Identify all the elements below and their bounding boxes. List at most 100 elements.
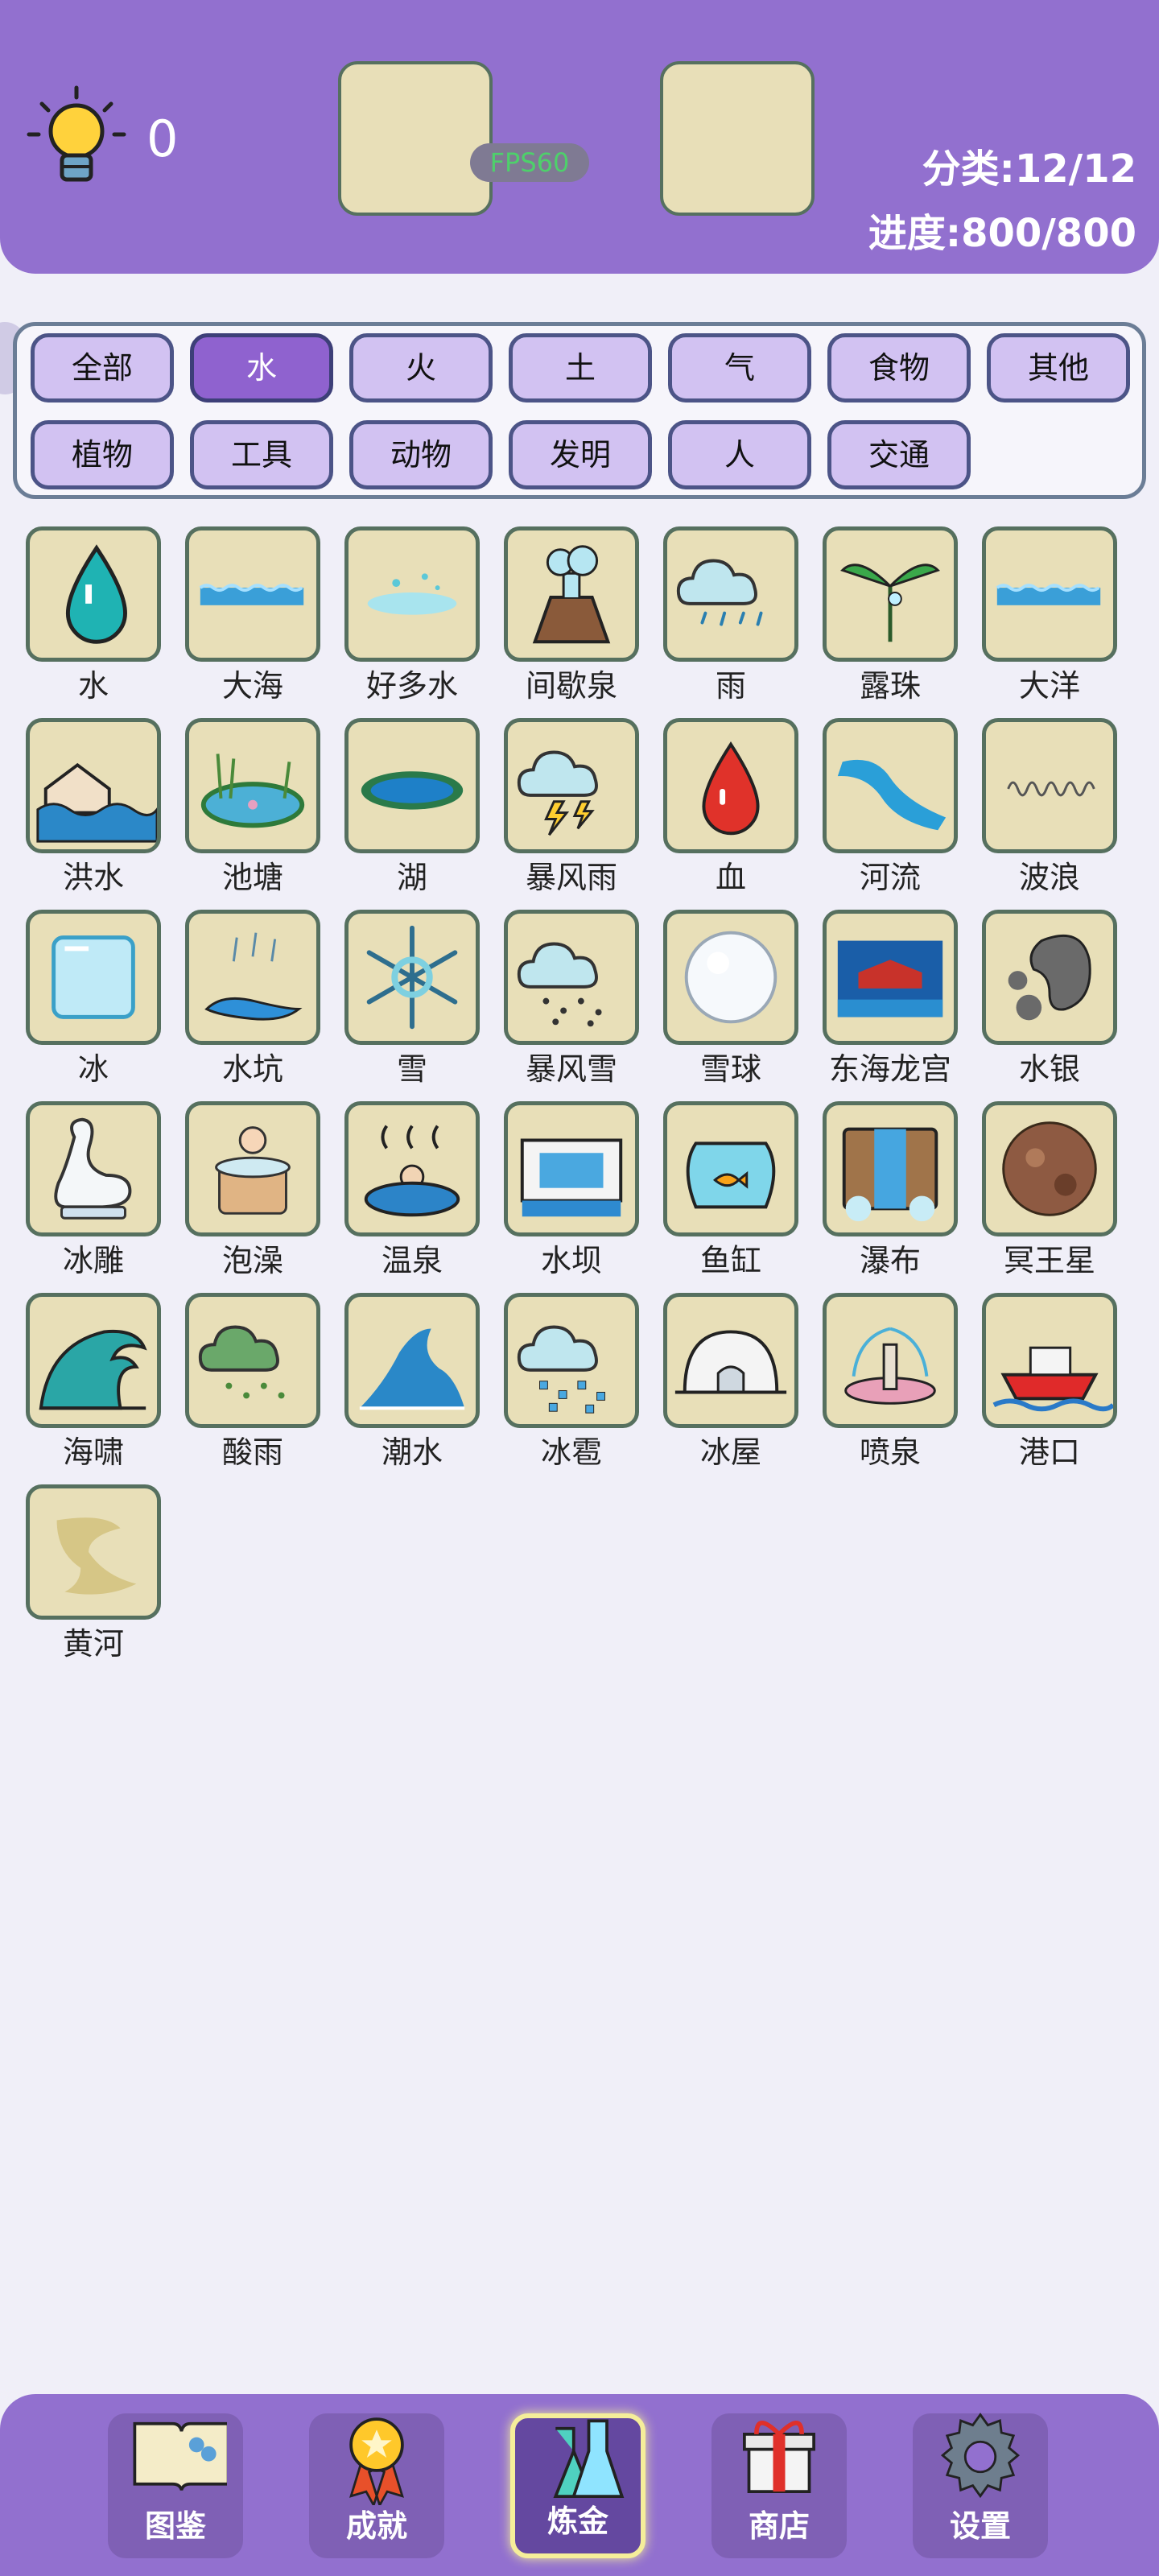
river-icon[interactable] bbox=[823, 718, 958, 853]
nav-gear[interactable]: 设置 bbox=[913, 2413, 1048, 2558]
ice-cube-icon[interactable] bbox=[26, 910, 161, 1045]
element-card[interactable]: 雪 bbox=[344, 910, 480, 1088]
dew-plant-icon[interactable] bbox=[823, 526, 958, 662]
category-tab[interactable]: 交通 bbox=[827, 420, 971, 489]
lightbulb-hint-icon[interactable] bbox=[24, 85, 129, 189]
element-card[interactable]: 大海 bbox=[185, 526, 320, 705]
element-card[interactable]: 鱼缸 bbox=[663, 1101, 798, 1280]
element-card[interactable]: 海啸 bbox=[26, 1293, 161, 1472]
category-tab[interactable]: 工具 bbox=[190, 420, 333, 489]
element-card[interactable]: 港口 bbox=[982, 1293, 1117, 1472]
nav-flask[interactable]: 炼金 bbox=[510, 2413, 645, 2558]
element-label: 水坑 bbox=[221, 1051, 283, 1087]
dragon-palace-icon[interactable] bbox=[823, 910, 958, 1045]
nav-book[interactable]: 图鉴 bbox=[108, 2413, 243, 2558]
bath-tub-icon[interactable] bbox=[185, 1101, 320, 1236]
element-card[interactable]: 水银 bbox=[982, 910, 1117, 1088]
blood-drop-icon[interactable] bbox=[663, 718, 798, 853]
element-card[interactable]: 洪水 bbox=[26, 718, 161, 897]
element-card[interactable]: 池塘 bbox=[185, 718, 320, 897]
element-card[interactable]: 瀑布 bbox=[823, 1101, 958, 1280]
element-card[interactable]: 潮水 bbox=[344, 1293, 480, 1472]
puddle-rain-icon[interactable] bbox=[185, 910, 320, 1045]
category-tab[interactable]: 发明 bbox=[509, 420, 652, 489]
element-card[interactable]: 水坑 bbox=[185, 910, 320, 1088]
category-tab[interactable]: 人 bbox=[668, 420, 811, 489]
sea-icon[interactable] bbox=[185, 526, 320, 662]
element-card[interactable]: 水坝 bbox=[504, 1101, 639, 1280]
category-tab[interactable]: 火 bbox=[349, 333, 493, 402]
snowball-icon[interactable] bbox=[663, 910, 798, 1045]
ice-swan-icon[interactable] bbox=[26, 1101, 161, 1236]
rain-cloud-icon[interactable] bbox=[663, 526, 798, 662]
element-card[interactable]: 黄河 bbox=[26, 1484, 161, 1663]
ocean-icon[interactable] bbox=[982, 526, 1117, 662]
puddle-splash-icon[interactable] bbox=[344, 526, 480, 662]
element-card[interactable]: 冰屋 bbox=[663, 1293, 798, 1472]
geyser-icon[interactable] bbox=[504, 526, 639, 662]
pond-icon[interactable] bbox=[185, 718, 320, 853]
element-card[interactable]: 冥王星 bbox=[982, 1101, 1117, 1280]
harbor-ship-icon[interactable] bbox=[982, 1293, 1117, 1428]
nav-gift[interactable]: 商店 bbox=[711, 2413, 847, 2558]
flood-house-icon[interactable] bbox=[26, 718, 161, 853]
pluto-icon[interactable] bbox=[982, 1101, 1117, 1236]
snowflake-icon[interactable] bbox=[344, 910, 480, 1045]
nav-medal[interactable]: 成就 bbox=[309, 2413, 444, 2558]
acid-rain-icon[interactable] bbox=[185, 1293, 320, 1428]
element-card[interactable]: 冰雕 bbox=[26, 1101, 161, 1280]
element-card[interactable]: 水 bbox=[26, 526, 161, 705]
element-card[interactable]: 露珠 bbox=[823, 526, 958, 705]
category-tab[interactable]: 植物 bbox=[31, 420, 174, 489]
element-card[interactable]: 东海龙宫 bbox=[823, 910, 958, 1088]
element-card[interactable]: 好多水 bbox=[344, 526, 480, 705]
element-card[interactable]: 雪球 bbox=[663, 910, 798, 1088]
fountain-icon[interactable] bbox=[823, 1293, 958, 1428]
element-card[interactable]: 大洋 bbox=[982, 526, 1117, 705]
element-card[interactable]: 间歇泉 bbox=[504, 526, 639, 705]
category-tab[interactable]: 气 bbox=[668, 333, 811, 402]
category-tab[interactable]: 水 bbox=[190, 333, 333, 402]
storm-cloud-icon[interactable] bbox=[504, 718, 639, 853]
combine-slot-right[interactable] bbox=[660, 61, 815, 216]
element-card[interactable]: 河流 bbox=[823, 718, 958, 897]
yellow-river-icon[interactable] bbox=[26, 1484, 161, 1620]
nav-label: 成就 bbox=[345, 2508, 407, 2544]
fishbowl-icon[interactable] bbox=[663, 1101, 798, 1236]
category-tab[interactable]: 土 bbox=[509, 333, 652, 402]
element-card[interactable]: 暴风雨 bbox=[504, 718, 639, 897]
element-label: 瀑布 bbox=[859, 1243, 921, 1278]
category-tab[interactable]: 动物 bbox=[349, 420, 493, 489]
combine-slot-left[interactable] bbox=[338, 61, 493, 216]
fps-counter: FPS60 bbox=[470, 143, 589, 182]
igloo-icon[interactable] bbox=[663, 1293, 798, 1428]
category-tab[interactable]: 食物 bbox=[827, 333, 971, 402]
nav-label: 图鉴 bbox=[144, 2508, 206, 2544]
element-label: 冥王星 bbox=[1003, 1243, 1095, 1278]
blizzard-cloud-icon[interactable] bbox=[504, 910, 639, 1045]
dam-icon[interactable] bbox=[504, 1101, 639, 1236]
category-tab[interactable]: 其他 bbox=[987, 333, 1130, 402]
element-card[interactable]: 暴风雪 bbox=[504, 910, 639, 1088]
tsunami-icon[interactable] bbox=[26, 1293, 161, 1428]
wave-line-icon[interactable] bbox=[982, 718, 1117, 853]
element-card[interactable]: 雨 bbox=[663, 526, 798, 705]
element-card[interactable]: 温泉 bbox=[344, 1101, 480, 1280]
water-drop-icon[interactable] bbox=[26, 526, 161, 662]
element-card[interactable]: 喷泉 bbox=[823, 1293, 958, 1472]
element-card[interactable]: 冰雹 bbox=[504, 1293, 639, 1472]
hot-spring-icon[interactable] bbox=[344, 1101, 480, 1236]
element-card[interactable]: 泡澡 bbox=[185, 1101, 320, 1280]
element-label: 湖 bbox=[396, 860, 427, 895]
element-card[interactable]: 血 bbox=[663, 718, 798, 897]
lake-icon[interactable] bbox=[344, 718, 480, 853]
tide-icon[interactable] bbox=[344, 1293, 480, 1428]
element-card[interactable]: 酸雨 bbox=[185, 1293, 320, 1472]
hail-icon[interactable] bbox=[504, 1293, 639, 1428]
mercury-icon[interactable] bbox=[982, 910, 1117, 1045]
element-card[interactable]: 湖 bbox=[344, 718, 480, 897]
element-card[interactable]: 波浪 bbox=[982, 718, 1117, 897]
category-tab[interactable]: 全部 bbox=[31, 333, 174, 402]
element-card[interactable]: 冰 bbox=[26, 910, 161, 1088]
waterfall-icon[interactable] bbox=[823, 1101, 958, 1236]
